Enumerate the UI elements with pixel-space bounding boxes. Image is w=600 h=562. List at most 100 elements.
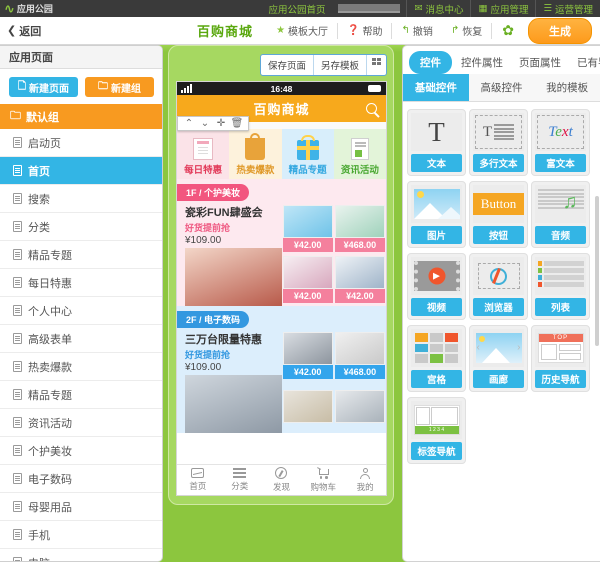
topbar-search-input[interactable] [338,4,401,13]
topbar-item-ops-manage[interactable]: ☰ 运营管理 [535,0,600,17]
brand-logo[interactable]: ∿ 应用公园 [4,1,53,17]
category-tile-2[interactable]: 精品专题 [281,129,334,179]
sidebar-item-14[interactable]: 手机 [0,521,162,549]
tab-nav-icon: 1 2 3 4 [411,401,462,439]
history-nav-icon: TOP [535,329,586,367]
tabbar-item-4[interactable]: 我的 [344,465,386,495]
panel-subtab-1[interactable]: 高级控件 [468,74,535,101]
save-template-button[interactable]: 另存模板 [314,55,367,75]
tabbar-item-2[interactable]: 发现 [261,465,303,495]
new-group-button[interactable]: 🗀 新建组 [85,77,154,97]
component-list-icon[interactable]: 列表 [531,253,590,320]
sidebar-item-8[interactable]: 热卖爆款 [0,353,162,381]
component-browser-icon[interactable]: 浏览器 [469,253,528,320]
grid-view-button[interactable] [367,55,386,75]
sidebar-item-11[interactable]: 个护美妆 [0,437,162,465]
component-grid-layout-icon[interactable]: 宫格 [407,325,466,392]
sidebar-item-7[interactable]: 高级表单 [0,325,162,353]
panel-subtab-0[interactable]: 基础控件 [403,74,469,101]
component-button-icon[interactable]: Button 按钮 [469,181,528,248]
sidebar-item-12[interactable]: 电子数码 [0,465,162,493]
grid-icon: ▦ [478,3,488,14]
chevron-down-icon[interactable]: ⌄ [197,118,213,129]
sidebar-item-2[interactable]: 搜索 [0,185,162,213]
component-tab-nav-icon[interactable]: 1 2 3 4 标签导航 [407,397,466,464]
category-tile-3[interactable]: 资讯活动 [333,129,386,179]
product-image [282,256,333,289]
topbar-item-messages[interactable]: ✉ 消息中心 [406,0,470,17]
product-card-0[interactable]: ¥42.00 [282,331,334,389]
product-card-3[interactable] [334,389,386,433]
page-icon [13,221,22,232]
help-button[interactable]: ❓ 帮助 [338,22,393,39]
page-icon [13,333,22,344]
canvas-area: 保存页面 另存模板 16:48 百购商城 ⌃ ⌄ ✛ 🗑 每日特惠 热卖爆款 精… [168,45,394,562]
selection-toolbar: ⌃ ⌄ ✛ 🗑 [177,116,249,131]
panel-tab-3[interactable]: 已有导航 [570,51,600,74]
phone-tabbar: 首页 分类 发现 购物车 我的 [177,464,386,495]
component-multiline-text-icon[interactable]: T 多行文本 [469,109,528,176]
sidebar-item-3[interactable]: 分类 [0,213,162,241]
plus-icon[interactable]: ✛ [213,118,229,129]
category-row: ⌃ ⌄ ✛ 🗑 每日特惠 热卖爆款 精品专题 资讯活动 [177,116,386,179]
product-card-3[interactable]: ¥42.00 [334,255,386,306]
product-card-0[interactable]: ¥42.00 [282,204,334,255]
tabbar-item-3[interactable]: 购物车 [302,465,344,495]
sidebar-item-15[interactable]: 电脑 [0,549,162,561]
panel-subtab-2[interactable]: 我的模板 [534,74,600,101]
category-tile-1[interactable]: 热卖爆款 [229,129,282,179]
sidebar-item-5[interactable]: 每日特惠 [0,269,162,297]
tabbar-item-0[interactable]: 首页 [177,465,219,495]
panel-scrollbar[interactable] [595,196,599,346]
trash-icon[interactable]: 🗑 [229,118,245,129]
topbar-item-app-manage[interactable]: ▦ 应用管理 [470,0,535,17]
phone-preview: 16:48 百购商城 ⌃ ⌄ ✛ 🗑 每日特惠 热卖爆款 精品专题 资讯活动 1… [176,81,387,496]
sidebar-item-label: 母婴用品 [28,501,72,514]
sidebar-item-13[interactable]: 母婴用品 [0,493,162,521]
star-icon: ★ [276,25,286,36]
panel-tab-0[interactable]: 控件 [409,51,452,74]
undo-button[interactable]: ↰ 撤销 [392,23,441,39]
save-page-button[interactable]: 保存页面 [261,55,314,75]
sidebar-item-9[interactable]: 精品专题 [0,381,162,409]
component-gallery-icon[interactable]: ‹ › 画廊 [469,325,528,392]
product-card-1[interactable]: ¥468.00 [334,331,386,389]
redo-button[interactable]: ↱ 恢复 [442,22,493,39]
sidebar-group-default[interactable]: 🗀 默认组 [0,104,162,129]
panel-tab-1[interactable]: 控件属性 [454,51,510,74]
page-icon [13,361,22,372]
template-hall-button[interactable]: ★ 模板大厅 [267,22,339,39]
sidebar-item-4[interactable]: 精品专题 [0,241,162,269]
topbar-item-home[interactable]: 应用公园首页 [261,0,332,17]
component-image-icon[interactable]: 图片 [407,181,466,248]
product-card-2[interactable] [282,389,334,433]
status-time: 16:48 [270,83,293,94]
sidebar-item-10[interactable]: 资讯活动 [0,409,162,437]
chevron-up-icon[interactable]: ⌃ [181,118,197,129]
floor-promo[interactable]: 瓷彩FUN肆盛会 好货提前抢 ¥109.00 [177,204,282,306]
category-tile-0[interactable]: 每日特惠 [177,129,230,179]
component-text-icon[interactable]: T 文本 [407,109,466,176]
gear-icon[interactable]: ✿ [492,22,524,39]
product-card-1[interactable]: ¥468.00 [334,204,386,255]
sidebar-item-0[interactable]: 启动页 [0,129,162,157]
back-button[interactable]: ❮ 返回 [7,23,41,39]
component-video-icon[interactable]: ▶ 视频 [407,253,466,320]
component-rich-text-icon[interactable]: Text 富文本 [531,109,590,176]
floor-promo[interactable]: 三万台限量特惠 好货提前抢 ¥109.00 [177,331,282,433]
signal-icon [181,84,192,93]
sidebar-item-label: 个护美妆 [28,445,72,458]
generate-button[interactable]: 生成 [528,17,592,44]
tabbar-item-1[interactable]: 分类 [219,465,261,495]
category-art-icon [296,135,319,160]
component-history-nav-icon[interactable]: TOP 历史导航 [531,325,590,392]
product-card-2[interactable]: ¥42.00 [282,255,334,306]
sidebar-item-6[interactable]: 个人中心 [0,297,162,325]
sidebar-item-1[interactable]: 首页 [0,157,162,185]
component-audio-icon[interactable]: ♫ 音频 [531,181,590,248]
product-image [334,205,385,238]
search-icon[interactable] [366,103,377,114]
panel-tab-2[interactable]: 页面属性 [512,51,568,74]
new-page-button[interactable]: 🗋 新建页面 [9,77,78,97]
phone-frame: 保存页面 另存模板 16:48 百购商城 ⌃ ⌄ ✛ 🗑 每日特惠 热卖爆款 精… [168,45,394,505]
